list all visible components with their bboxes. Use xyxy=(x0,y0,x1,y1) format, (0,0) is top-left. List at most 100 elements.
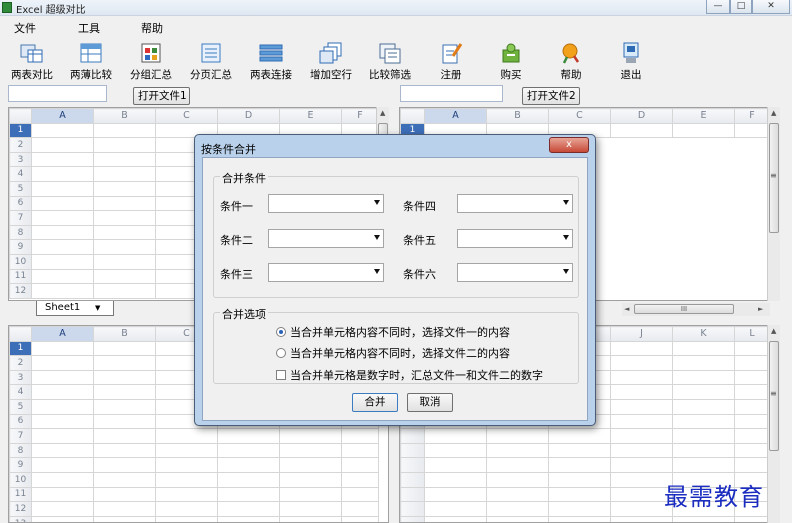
cell[interactable] xyxy=(217,428,280,444)
cell[interactable] xyxy=(93,471,156,488)
cell[interactable] xyxy=(610,413,673,430)
cell[interactable] xyxy=(341,457,379,473)
cell[interactable] xyxy=(672,369,735,386)
row-header[interactable]: 3 xyxy=(9,151,32,168)
cell[interactable] xyxy=(31,137,94,153)
cell[interactable] xyxy=(155,457,218,473)
cell[interactable] xyxy=(93,413,156,430)
cell[interactable] xyxy=(155,428,218,444)
cell[interactable] xyxy=(31,457,94,473)
filter-compare-button[interactable]: 比较筛选 xyxy=(360,42,420,82)
cell[interactable] xyxy=(341,486,379,503)
row-header[interactable] xyxy=(400,428,425,444)
cell[interactable] xyxy=(610,122,673,139)
cell[interactable] xyxy=(31,486,94,503)
cell[interactable] xyxy=(610,457,673,473)
cell[interactable] xyxy=(341,501,379,517)
row-header[interactable]: 5 xyxy=(9,180,32,197)
row-header[interactable]: 4 xyxy=(9,166,32,182)
close-button[interactable]: ✕ xyxy=(752,0,790,14)
cell[interactable] xyxy=(93,428,156,444)
column-header[interactable]: B xyxy=(93,326,156,342)
cell[interactable] xyxy=(31,180,94,197)
row-header[interactable]: 13 xyxy=(9,515,32,522)
cell[interactable] xyxy=(672,384,735,400)
row-header[interactable]: 9 xyxy=(9,239,32,255)
column-header[interactable]: K xyxy=(672,326,735,342)
cell[interactable] xyxy=(734,515,770,522)
cell[interactable] xyxy=(93,137,156,153)
option-sum-numbers[interactable]: 当合并单元格是数字时，汇总文件一和文件二的数字 xyxy=(276,367,543,383)
row-header[interactable]: 12 xyxy=(9,501,32,517)
row-header[interactable]: 12 xyxy=(9,283,32,299)
cell[interactable] xyxy=(93,253,156,270)
cell[interactable] xyxy=(93,442,156,459)
row-header[interactable] xyxy=(400,442,425,459)
row-header[interactable] xyxy=(400,471,425,488)
cell[interactable] xyxy=(279,442,342,459)
cell[interactable] xyxy=(93,180,156,197)
cell[interactable] xyxy=(424,515,487,522)
right-top-horizontal-scrollbar[interactable]: ◄ III ► xyxy=(622,303,770,316)
cell[interactable] xyxy=(548,457,611,473)
radio-checked-icon[interactable] xyxy=(276,327,286,337)
row-header[interactable]: 1 xyxy=(9,340,32,357)
row-header[interactable]: 5 xyxy=(9,398,32,415)
cell[interactable] xyxy=(341,428,379,444)
condition-1-select[interactable] xyxy=(268,194,384,213)
cell[interactable] xyxy=(610,340,673,357)
right-bottom-vertical-scrollbar[interactable]: ▲ ≡ xyxy=(767,325,780,523)
column-header[interactable]: F xyxy=(341,108,379,124)
cell[interactable] xyxy=(93,398,156,415)
cell[interactable] xyxy=(93,501,156,517)
cell[interactable] xyxy=(734,457,770,473)
cell[interactable] xyxy=(31,122,94,139)
cell[interactable] xyxy=(672,442,735,459)
cell[interactable] xyxy=(672,122,735,139)
condition-2-select[interactable] xyxy=(268,229,384,248)
cell[interactable] xyxy=(279,486,342,503)
open-file2-button[interactable]: 打开文件2 xyxy=(522,87,580,105)
row-header[interactable] xyxy=(400,515,425,522)
cell[interactable] xyxy=(610,442,673,459)
checkbox-unchecked-icon[interactable] xyxy=(276,370,286,380)
cell[interactable] xyxy=(672,457,735,473)
cell[interactable] xyxy=(279,428,342,444)
cell[interactable] xyxy=(424,471,487,488)
cell[interactable] xyxy=(31,398,94,415)
cell[interactable] xyxy=(548,471,611,488)
cell[interactable] xyxy=(424,457,487,473)
cell[interactable] xyxy=(93,166,156,182)
help-button[interactable]: 帮助 xyxy=(541,42,601,82)
cell[interactable] xyxy=(734,384,770,400)
column-header[interactable]: A xyxy=(424,108,487,124)
cell[interactable] xyxy=(155,515,218,522)
row-header[interactable]: 3 xyxy=(9,369,32,386)
cell[interactable] xyxy=(486,515,549,522)
cell[interactable] xyxy=(548,501,611,517)
option-prefer-file1[interactable]: 当合并单元格内容不同时，选择文件一的内容 xyxy=(276,324,510,340)
cell[interactable] xyxy=(31,501,94,517)
column-header[interactable]: F xyxy=(734,108,770,124)
column-header[interactable]: D xyxy=(217,108,280,124)
page-summary-button[interactable]: 分页汇总 xyxy=(181,42,241,82)
cell[interactable] xyxy=(279,457,342,473)
cell[interactable] xyxy=(548,428,611,444)
cell[interactable] xyxy=(93,515,156,522)
cell[interactable] xyxy=(424,442,487,459)
cell[interactable] xyxy=(279,501,342,517)
cell[interactable] xyxy=(610,369,673,386)
column-header[interactable]: E xyxy=(672,108,735,124)
cell[interactable] xyxy=(734,398,770,415)
cell[interactable] xyxy=(341,515,379,522)
row-header[interactable]: 10 xyxy=(9,471,32,488)
cell[interactable] xyxy=(93,340,156,357)
cell[interactable] xyxy=(31,239,94,255)
cell[interactable] xyxy=(486,457,549,473)
cell[interactable] xyxy=(31,268,94,285)
row-header[interactable]: 6 xyxy=(9,413,32,430)
cell[interactable] xyxy=(31,515,94,522)
cell[interactable] xyxy=(610,398,673,415)
cell[interactable] xyxy=(548,442,611,459)
row-header[interactable]: 6 xyxy=(9,195,32,212)
